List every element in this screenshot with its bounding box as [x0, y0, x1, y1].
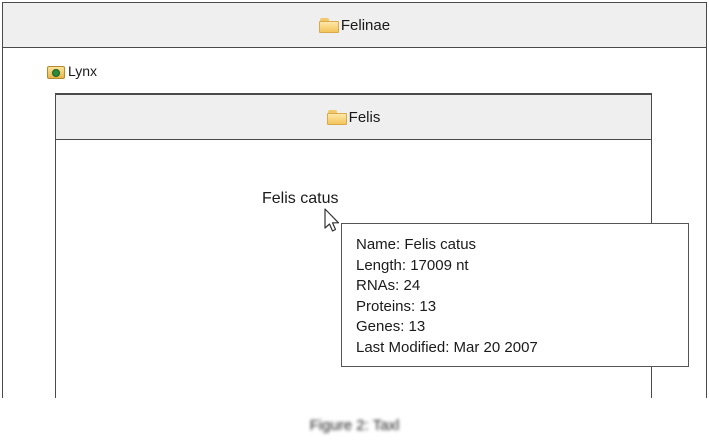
tooltip-rnas: RNAs: 24 [356, 277, 421, 294]
tooltip-length: Length: 17009 nt [356, 256, 469, 274]
folder-icon [326, 109, 347, 125]
mouse-pointer-icon [324, 208, 340, 232]
lynx-node[interactable]: Lynx [47, 62, 97, 80]
tooltip-proteins: Proteins: 13 [356, 297, 437, 315]
folder-icon [318, 17, 339, 33]
felinae-panel-title: Felinae [340, 16, 391, 34]
felinae-panel-header[interactable]: Felinae [2, 2, 707, 48]
lynx-node-label: Lynx [68, 63, 98, 79]
felis-panel-title: Felis [348, 108, 381, 126]
felis-panel-header[interactable]: Felis [55, 93, 652, 140]
tooltip-name: Name: Felis catus [356, 236, 477, 253]
genome-info-tooltip: Name: Felis catus Length: 17009 nt RNAs:… [341, 223, 689, 367]
genome-node-icon [47, 64, 65, 79]
tooltip-last-modified: Last Modified: Mar 20 2007 [356, 338, 538, 356]
figure-caption: Figure 2: Taxl [309, 417, 400, 434]
felis-catus-node[interactable]: Felis catus [262, 190, 338, 208]
tooltip-genes: Genes: 13 [356, 318, 426, 335]
